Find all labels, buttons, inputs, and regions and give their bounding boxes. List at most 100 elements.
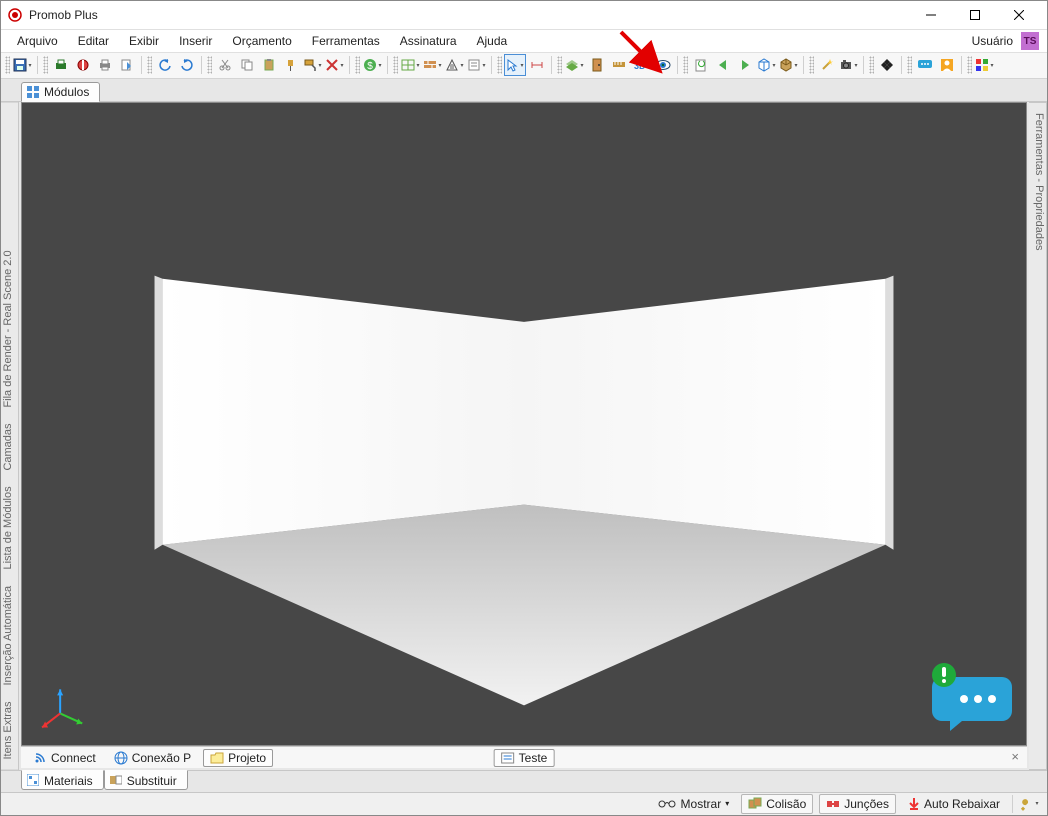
minimize-button[interactable] [909, 1, 953, 29]
tab-modulos[interactable]: Módulos [21, 82, 100, 102]
chat-widget[interactable] [924, 659, 1014, 733]
redo-button[interactable] [176, 54, 198, 76]
copy-button[interactable] [236, 54, 258, 76]
toolbar-grip [207, 56, 212, 74]
projeto-button[interactable]: Projeto [203, 749, 273, 767]
measure-button[interactable] [608, 54, 630, 76]
teste-label: Teste [519, 751, 548, 765]
work-area: Itens Extras Inserção Automática Lista d… [1, 102, 1047, 771]
teste-button[interactable]: Teste [494, 749, 555, 767]
layout-button[interactable]: ▾ [400, 54, 422, 76]
user-label: Usuário [964, 34, 1021, 48]
toolbar-grip [355, 56, 360, 74]
auto-rebaixar-label: Auto Rebaixar [924, 797, 1000, 811]
connect-button[interactable]: Connect [27, 749, 102, 767]
conexao-button[interactable]: Conexão P [108, 749, 197, 767]
projeto-label: Projeto [228, 751, 266, 765]
close-button[interactable] [997, 1, 1041, 29]
export-button[interactable] [116, 54, 138, 76]
menu-inserir[interactable]: Inserir [169, 32, 222, 50]
connectbar-close[interactable]: × [1011, 749, 1019, 764]
tab-substituir[interactable]: Substituir [104, 770, 188, 790]
sidetab-lista-modulos[interactable]: Lista de Módulos [2, 482, 17, 573]
plot-button[interactable] [72, 54, 94, 76]
undo-button[interactable] [154, 54, 176, 76]
camera-button[interactable]: ▾ [838, 54, 860, 76]
connect-bar: Connect Conexão P Projeto Teste × [21, 746, 1027, 768]
brush-button[interactable] [280, 54, 302, 76]
juncoes-label: Junções [844, 797, 889, 811]
toolbar: ▾ ▾ ▾ $▾ ▾ ▾ ▾ ▾ ▾ ▾ 3D ▾ ▾ ▾ ▾ [1, 53, 1047, 78]
menu-ferramentas[interactable]: Ferramentas [302, 32, 390, 50]
tools-button[interactable]: ▾ [1019, 793, 1041, 815]
paste-button[interactable] [258, 54, 280, 76]
user-badge[interactable]: TS [1021, 32, 1039, 50]
tab-label: Materiais [44, 774, 93, 788]
observer-button[interactable] [652, 54, 674, 76]
cut-button[interactable] [214, 54, 236, 76]
toolbar-grip [43, 56, 48, 74]
menu-assinatura[interactable]: Assinatura [390, 32, 467, 50]
back-button[interactable] [712, 54, 734, 76]
cursor-button[interactable]: ▾ [504, 54, 526, 76]
3d-button[interactable]: 3D [630, 54, 652, 76]
wand-button[interactable] [816, 54, 838, 76]
box-button[interactable]: ▾ [778, 54, 800, 76]
substituir-icon [109, 773, 123, 787]
menu-ajuda[interactable]: Ajuda [467, 32, 518, 50]
menu-bar: Arquivo Editar Exibir Inserir Orçamento … [1, 30, 1047, 53]
wall-button[interactable]: ▾ [422, 54, 444, 76]
save-button[interactable]: ▾ [12, 54, 34, 76]
views-button[interactable]: ▾ [756, 54, 778, 76]
list-button[interactable]: ▾ [466, 54, 488, 76]
colisao-button[interactable]: Colisão [741, 794, 813, 814]
sidetab-camadas[interactable]: Camadas [2, 419, 17, 474]
chat-button[interactable] [914, 54, 936, 76]
dimension-button[interactable] [526, 54, 548, 76]
layers-button[interactable]: ▾ [564, 54, 586, 76]
menu-arquivo[interactable]: Arquivo [7, 32, 68, 50]
room-scene [22, 103, 1026, 746]
door-button[interactable] [586, 54, 608, 76]
toolbar-grip [147, 56, 152, 74]
forward-button[interactable] [734, 54, 756, 76]
modules-grid-button[interactable] [876, 54, 898, 76]
print-button[interactable] [50, 54, 72, 76]
toolbar-grip [557, 56, 562, 74]
materiais-icon [26, 773, 40, 787]
menu-exibir[interactable]: Exibir [119, 32, 169, 50]
maximize-button[interactable] [953, 1, 997, 29]
toolbar-grip [869, 56, 874, 74]
sidetab-ferramentas-props[interactable]: Ferramentas - Propriedades [1030, 109, 1045, 255]
connect-label: Connect [51, 751, 96, 765]
tab-materiais[interactable]: Materiais [21, 770, 104, 790]
refresh-button[interactable] [690, 54, 712, 76]
tab-label: Módulos [44, 85, 89, 99]
toolbar-grip [497, 56, 502, 74]
sidetab-fila-render[interactable]: Fila de Render - Real Scene 2.0 [2, 246, 17, 411]
printer-button[interactable] [94, 54, 116, 76]
juncoes-button[interactable]: Junções [819, 794, 896, 814]
budget-button[interactable]: $▾ [362, 54, 384, 76]
sidetab-insercao-auto[interactable]: Inserção Automática [2, 582, 17, 690]
toolbar-grip [809, 56, 814, 74]
3d-viewport[interactable] [21, 102, 1027, 747]
top-tabstrip: Módulos [1, 79, 1047, 102]
title-bar: Promob Plus [1, 1, 1047, 30]
paint-button[interactable]: ▾ [302, 54, 324, 76]
mostrar-button[interactable]: Mostrar ▾ [651, 794, 736, 814]
menu-orcamento[interactable]: Orçamento [222, 32, 301, 50]
panel-button[interactable]: ▾ [444, 54, 466, 76]
toolbar-grip [393, 56, 398, 74]
palette-button[interactable]: ▾ [974, 54, 996, 76]
app-icon [7, 7, 23, 23]
toolbar-grip [683, 56, 688, 74]
sidetab-itens-extras[interactable]: Itens Extras [2, 697, 17, 763]
menu-editar[interactable]: Editar [68, 32, 119, 50]
window-title: Promob Plus [29, 8, 98, 22]
erase-button[interactable]: ▾ [324, 54, 346, 76]
toolbar-grip [967, 56, 972, 74]
auto-rebaixar-button[interactable]: Auto Rebaixar [902, 794, 1006, 814]
user-button[interactable] [936, 54, 958, 76]
sidepanel-left: Itens Extras Inserção Automática Lista d… [1, 102, 19, 771]
